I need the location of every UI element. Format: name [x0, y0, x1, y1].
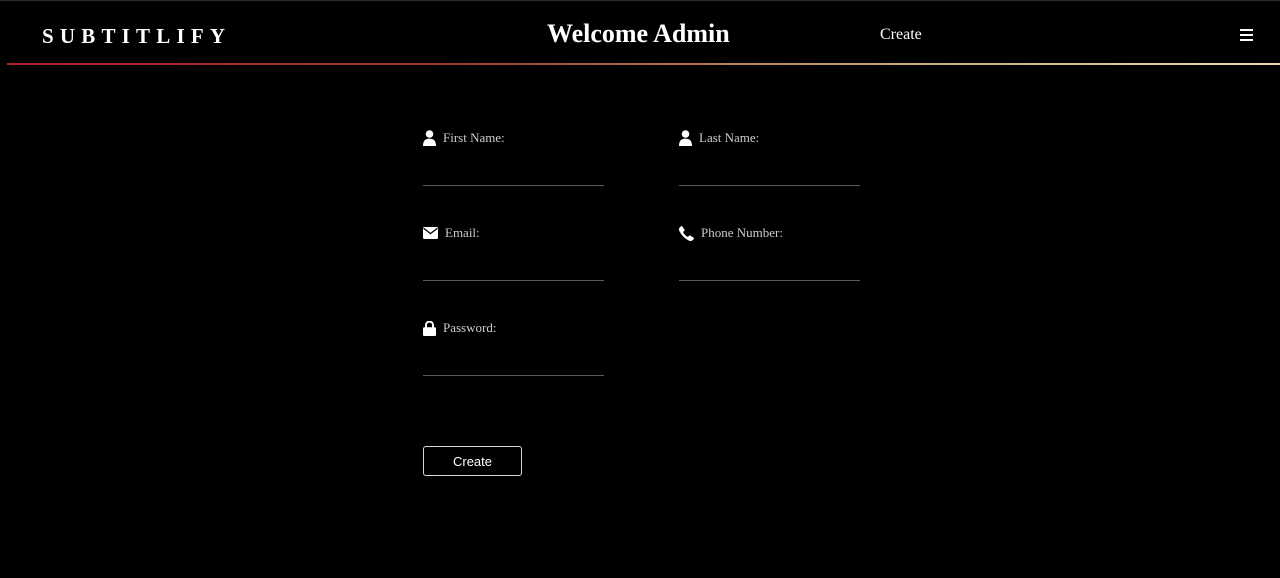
phone-number-label-row: Phone Number:	[679, 224, 783, 242]
email-label-row: Email:	[423, 224, 480, 242]
user-icon	[423, 130, 436, 146]
password-label: Password:	[443, 320, 497, 335]
page-title: Welcome Admin	[547, 19, 730, 48]
nav-create-link[interactable]: Create	[880, 26, 922, 44]
hamburger-menu-icon[interactable]	[1240, 29, 1253, 41]
header-divider	[7, 63, 1280, 65]
menu-bar	[1240, 39, 1253, 41]
user-icon	[679, 130, 692, 146]
first-name-input[interactable]	[423, 155, 604, 186]
phone-number-input[interactable]	[679, 250, 860, 281]
password-label-row: Password:	[423, 319, 496, 337]
lock-icon	[423, 320, 436, 336]
menu-bar	[1240, 34, 1253, 36]
phone-number-label: Phone Number:	[701, 225, 783, 240]
menu-bar	[1240, 29, 1253, 31]
password-input[interactable]	[423, 345, 604, 376]
top-navbar: SUBTITLIFY Welcome Admin Create	[0, 1, 1280, 63]
first-name-label-row: First Name:	[423, 129, 505, 147]
create-button[interactable]: Create	[423, 446, 522, 476]
last-name-label: Last Name:	[699, 130, 760, 145]
first-name-label: First Name:	[443, 130, 505, 145]
last-name-label-row: Last Name:	[679, 129, 759, 147]
envelope-icon	[423, 227, 438, 239]
email-label: Email:	[445, 225, 480, 240]
phone-icon	[679, 225, 694, 241]
brand-logo[interactable]: SUBTITLIFY	[42, 24, 231, 49]
last-name-input[interactable]	[679, 155, 860, 186]
email-input[interactable]	[423, 250, 604, 281]
